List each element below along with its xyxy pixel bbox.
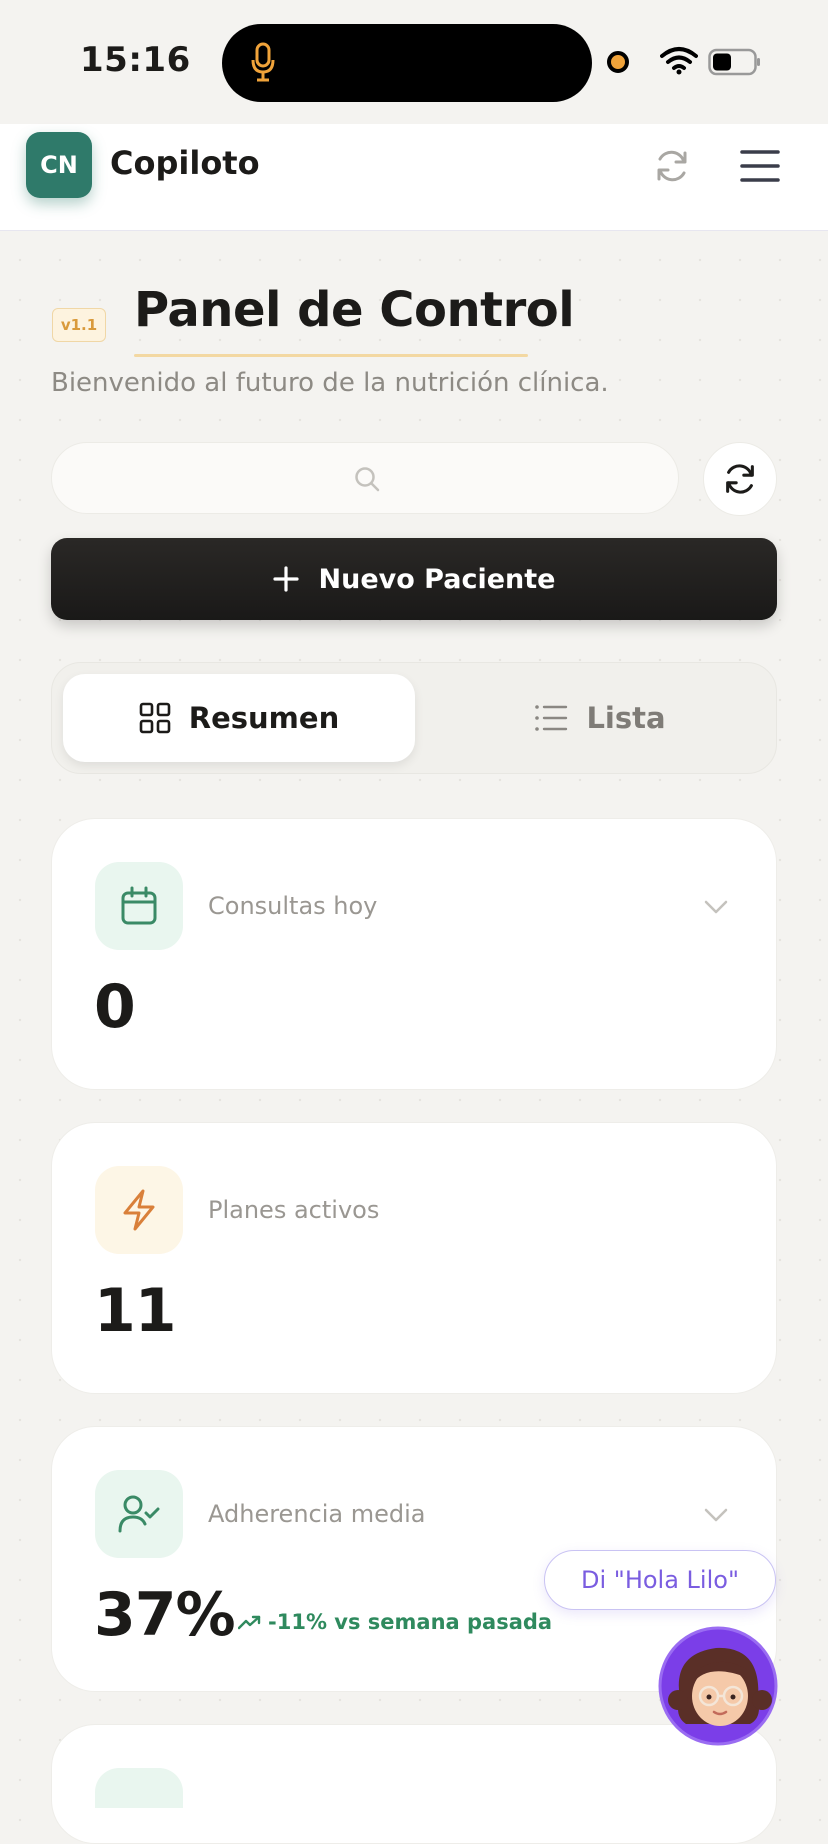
card-label-adherencia: Adherencia media [208, 1500, 426, 1528]
calendar-icon [121, 886, 157, 925]
lightning-icon-wrap [95, 1166, 183, 1254]
battery-icon [708, 48, 760, 76]
recording-indicator [607, 51, 629, 73]
microphone-icon [251, 42, 275, 82]
card-icon-partial [95, 1768, 183, 1808]
card-value-consultas: 0 [94, 972, 136, 1042]
status-time: 15:16 [80, 40, 191, 80]
trend-indicator: -11% vs semana pasada [238, 1610, 552, 1634]
version-badge: v1.1 [52, 308, 106, 342]
new-patient-label: Nuevo Paciente [318, 563, 556, 595]
tab-resumen-label: Resumen [188, 701, 340, 735]
page-subtitle: Bienvenido al futuro de la nutrición clí… [51, 368, 609, 398]
title-underline [134, 354, 528, 357]
chevron-down-icon[interactable] [703, 1502, 729, 1528]
new-patient-button[interactable]: Nuevo Paciente [51, 538, 777, 620]
trend-icon [238, 1615, 261, 1630]
app-name: Copiloto [110, 144, 260, 182]
tab-lista-label: Lista [586, 701, 666, 735]
stat-card-planes[interactable] [51, 1122, 777, 1394]
card-value-adherencia: 37% [94, 1580, 236, 1650]
calendar-icon-wrap [95, 862, 183, 950]
hamburger-menu-icon[interactable] [740, 146, 780, 186]
grid-icon [139, 702, 171, 734]
user-check-icon [118, 1495, 160, 1533]
trend-text: -11% vs semana pasada [268, 1610, 553, 1634]
assistant-avatar[interactable] [658, 1626, 778, 1746]
plus-icon [272, 566, 299, 592]
tab-lista[interactable]: Lista [430, 674, 770, 762]
user-check-icon-wrap [95, 1470, 183, 1558]
refresh-button[interactable] [703, 442, 777, 516]
tab-resumen[interactable]: Resumen [63, 674, 415, 762]
card-label-planes: Planes activos [208, 1196, 380, 1224]
card-label-consultas: Consultas hoy [208, 892, 378, 920]
page-title: Panel de Control [134, 282, 575, 338]
sync-icon[interactable] [652, 146, 692, 186]
refresh-icon [726, 464, 754, 494]
app-logo[interactable]: CN [26, 132, 92, 198]
list-icon [535, 705, 568, 731]
dynamic-island [222, 24, 592, 102]
voice-assistant-prompt[interactable]: Di "Hola Lilo" [544, 1550, 776, 1610]
stat-card-consultas[interactable] [51, 818, 777, 1090]
search-icon [355, 467, 380, 492]
wifi-icon [660, 47, 698, 75]
card-value-planes: 11 [94, 1276, 176, 1346]
chevron-down-icon[interactable] [703, 894, 729, 920]
lightning-icon [123, 1189, 155, 1231]
